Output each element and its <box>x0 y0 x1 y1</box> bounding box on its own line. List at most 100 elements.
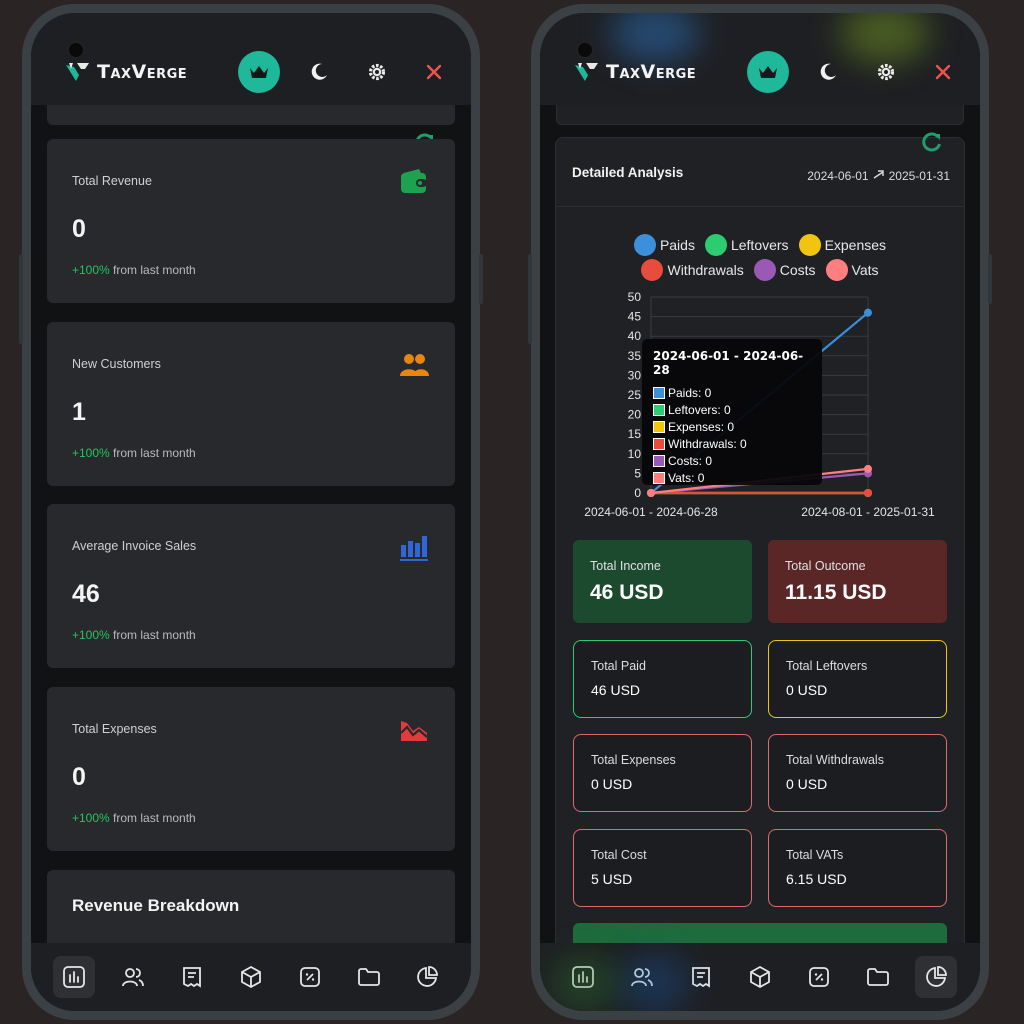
app-logo[interactable]: TaxVerge <box>63 57 187 87</box>
nav-customers[interactable] <box>112 956 154 998</box>
tax-icon <box>299 967 320 987</box>
tooltip-title: 2024-06-01 - 2024-06-28 <box>653 349 804 377</box>
nav-tax[interactable] <box>798 956 840 998</box>
close-button[interactable] <box>421 59 447 85</box>
card-value: 0 <box>72 215 86 243</box>
stat-card-total-revenue: Total Revenue 0 +100% from last month <box>47 139 455 303</box>
card-value: 46 USD <box>590 581 664 604</box>
settings-button[interactable] <box>364 59 390 85</box>
legend-item-paids[interactable]: Paids <box>633 234 695 256</box>
bar-chart-icon <box>400 536 428 561</box>
previous-card-edge <box>47 105 455 125</box>
app-logo[interactable]: TaxVerge <box>572 57 696 87</box>
card-label: Total Revenue <box>72 174 152 188</box>
y-tick-label: 40 <box>628 329 642 343</box>
card-label: Total Income <box>590 559 661 573</box>
card-value: 5 USD <box>591 871 633 887</box>
y-tick-label: 20 <box>628 408 642 422</box>
card-value: 0 USD <box>786 776 828 792</box>
products-icon <box>750 965 770 989</box>
card-value: 1 <box>72 398 86 426</box>
legend-item-vats[interactable]: Vats <box>825 259 879 281</box>
tooltip-row: Costs: 0 <box>653 452 811 469</box>
total-vats-card: Total VATs 6.15 USD <box>768 829 947 907</box>
card-label: Total Cost <box>591 848 647 862</box>
nav-dashboard[interactable] <box>53 956 96 998</box>
premium-button[interactable] <box>747 51 789 93</box>
legend-item-costs[interactable]: Costs <box>753 259 816 281</box>
change-percent: +100% <box>72 628 110 642</box>
card-value: 0 USD <box>786 682 828 698</box>
data-point-vats <box>864 464 872 473</box>
folder-icon <box>357 968 380 986</box>
date-from: 2024-06-01 <box>807 169 869 183</box>
premium-button[interactable] <box>238 51 280 93</box>
screen-right: TaxVerge Detailed Analysis 2024-06-01 20… <box>540 13 980 1011</box>
close-button[interactable] <box>930 59 956 85</box>
nav-files[interactable] <box>857 956 899 998</box>
tax-icon <box>808 967 829 987</box>
nav-products[interactable] <box>739 956 781 998</box>
legend-item-withdrawals[interactable]: Withdrawals <box>641 259 744 281</box>
total-outcome-card: Total Outcome 11.15 USD <box>768 540 947 623</box>
y-tick-label: 45 <box>628 310 642 324</box>
date-to: 2025-01-31 <box>888 169 950 183</box>
data-point-vats <box>647 489 655 497</box>
refresh-icon[interactable] <box>921 131 943 153</box>
invoice-icon <box>183 967 202 988</box>
nav-products[interactable] <box>230 956 272 998</box>
arrow-right-icon <box>873 170 884 179</box>
total-expenses-card: Total Expenses 0 USD <box>573 734 752 812</box>
tooltip-row: Leftovers: 0 <box>653 401 811 418</box>
tooltip-row: Paids: 0 <box>653 384 811 401</box>
card-change: +100% from last month <box>72 628 196 642</box>
nav-reports[interactable] <box>406 956 448 998</box>
close-icon <box>426 64 442 80</box>
total-leftovers-card: Total Leftovers 0 USD <box>768 640 947 718</box>
legend-item-expenses[interactable]: Expenses <box>798 234 886 256</box>
nav-invoices[interactable] <box>171 956 213 998</box>
card-label: Total Withdrawals <box>786 753 884 767</box>
card-label: New Customers <box>72 357 161 371</box>
detailed-analysis-panel: Detailed Analysis 2024-06-01 2025-01-31 … <box>555 132 965 1011</box>
change-suffix: from last month <box>109 446 196 460</box>
chart-tooltip: 2024-06-01 - 2024-06-28 Paids: 0 Leftove… <box>642 339 822 485</box>
legend-item-leftovers[interactable]: Leftovers <box>704 234 789 256</box>
y-tick-label: 25 <box>628 388 642 402</box>
previous-card-edge <box>556 105 964 125</box>
change-percent: +100% <box>72 811 110 825</box>
bottom-nav <box>540 943 980 1011</box>
card-value: 0 USD <box>591 776 633 792</box>
users-icon <box>400 354 429 376</box>
card-label: Total Outcome <box>785 559 866 573</box>
total-income-card: Total Income 46 USD <box>573 540 752 623</box>
logo-text: TaxVerge <box>97 61 188 83</box>
nav-reports[interactable] <box>915 956 958 998</box>
change-percent: +100% <box>72 263 110 277</box>
nav-tax[interactable] <box>289 956 331 998</box>
card-value: 46 USD <box>591 682 641 698</box>
dark-mode-toggle[interactable] <box>815 59 841 85</box>
change-percent: +100% <box>72 446 110 460</box>
card-change: +100% from last month <box>72 446 196 460</box>
nav-files[interactable] <box>348 956 390 998</box>
card-change: +100% from last month <box>72 263 196 277</box>
chart-legend-row-1: Paids Leftovers Expenses <box>556 234 964 256</box>
y-tick-label: 35 <box>628 349 642 363</box>
total-cost-card: Total Cost 5 USD <box>573 829 752 907</box>
panel-title: Detailed Analysis <box>572 165 684 180</box>
card-value: 0 <box>72 763 86 791</box>
settings-button[interactable] <box>873 59 899 85</box>
customers-icon <box>122 968 145 987</box>
card-label: Total Expenses <box>591 753 676 767</box>
logo-mark-icon <box>66 63 89 81</box>
dark-mode-toggle[interactable] <box>306 59 332 85</box>
card-value: 6.15 USD <box>786 871 847 887</box>
data-point-withdrawals <box>864 489 872 497</box>
tooltip-row: Vats: 0 <box>653 469 811 486</box>
crown-icon <box>759 66 777 78</box>
gear-icon <box>368 63 386 81</box>
date-range[interactable]: 2024-06-01 2025-01-31 <box>807 169 950 183</box>
card-label: Total Paid <box>591 659 646 673</box>
tooltip-row: Expenses: 0 <box>653 418 811 435</box>
